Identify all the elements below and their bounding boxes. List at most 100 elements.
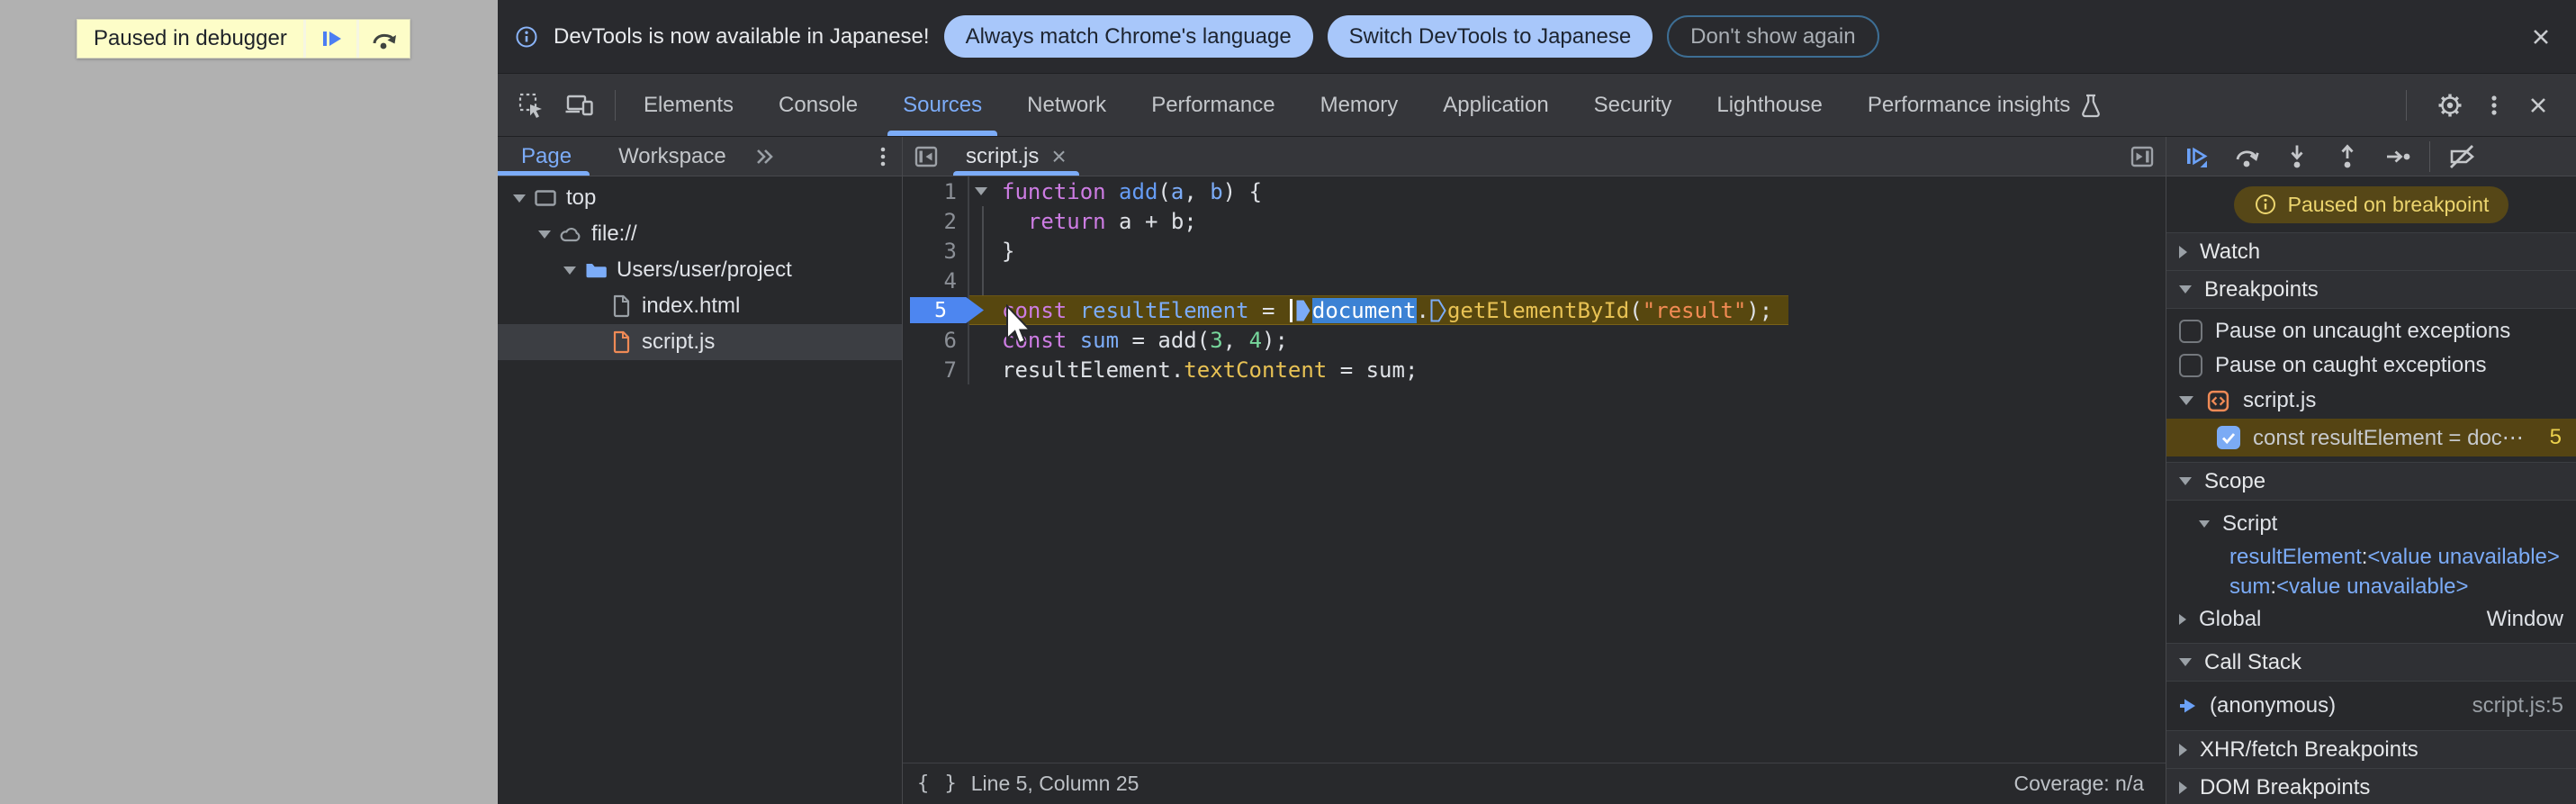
tree-expander-icon[interactable]: [536, 230, 554, 239]
always-match-language-button[interactable]: Always match Chrome's language: [943, 15, 1313, 58]
code-line-content[interactable]: const resultElement = document. getElemen…: [1002, 295, 1789, 325]
cloud-icon: [557, 222, 584, 246]
pause-caught-exceptions-row[interactable]: Pause on caught exceptions: [2166, 348, 2576, 383]
scope-content: Script resultElement: <value unavailable…: [2166, 500, 2576, 643]
inline-breakpoint-marker-inactive[interactable]: [1430, 299, 1446, 322]
code-line-6[interactable]: 6 const sum = add(3, 4);: [903, 325, 2166, 355]
code-editor[interactable]: 1 function add(a, b) {2 return a + b; 3} 4 c…: [903, 176, 2166, 763]
close-tab-icon[interactable]: ×: [1051, 143, 1066, 169]
scope-group-script[interactable]: Script: [2166, 506, 2576, 542]
tab-lighthouse[interactable]: Lighthouse: [1694, 74, 1844, 136]
editor-tab-scriptjs[interactable]: script.js ×: [950, 137, 1083, 176]
tree-item-file[interactable]: file://: [498, 216, 902, 252]
switch-devtools-japanese-button[interactable]: Switch DevTools to Japanese: [1327, 15, 1653, 58]
tree-item-top[interactable]: top: [498, 180, 902, 216]
step-button[interactable]: [2377, 139, 2418, 175]
tab-memory[interactable]: Memory: [1298, 74, 1421, 136]
chevron-down-icon: [2179, 396, 2193, 405]
step-over-button[interactable]: [359, 20, 410, 58]
hide-debugger-sidebar-button[interactable]: [2119, 137, 2166, 176]
resume-script-button[interactable]: [306, 20, 356, 58]
section-watch[interactable]: Watch: [2166, 232, 2576, 270]
breakpoint-file-group[interactable]: script.js: [2166, 383, 2576, 419]
tab-label: Memory: [1320, 92, 1399, 117]
tab-performance[interactable]: Performance: [1129, 74, 1297, 136]
section-breakpoints[interactable]: Breakpoints: [2166, 270, 2576, 308]
fold-toggle-icon[interactable]: [969, 176, 1002, 206]
tab-network[interactable]: Network: [1004, 74, 1129, 136]
settings-button[interactable]: [2436, 91, 2464, 120]
code-line-content[interactable]: return a + b;: [1002, 206, 1197, 236]
tab-elements[interactable]: Elements: [621, 74, 756, 136]
tree-item-users-user-project[interactable]: Users/user/project: [498, 252, 902, 288]
step-out-button[interactable]: [2327, 139, 2368, 175]
close-icon: [2531, 97, 2545, 113]
deactivate-breakpoints-button[interactable]: [2441, 139, 2482, 175]
resume-script-button[interactable]: [2175, 139, 2217, 175]
more-tabs-button[interactable]: [750, 137, 780, 176]
tree-expander-icon[interactable]: [561, 266, 579, 275]
tab-performance-insights[interactable]: Performance insights: [1845, 74, 2125, 136]
scope-variable-row[interactable]: sum: <value unavailable>: [2166, 572, 2576, 601]
section-call-stack[interactable]: Call Stack: [2166, 643, 2576, 681]
breakpoint-code-snippet: const resultElement = doc⋯: [2253, 425, 2524, 450]
section-dom-breakpoints[interactable]: DOM Breakpoints: [2166, 768, 2576, 804]
tab-application[interactable]: Application: [1420, 74, 1571, 136]
code-line-content[interactable]: resultElement. textContent = sum;: [1002, 355, 1418, 384]
tree-item-label: script.js: [642, 330, 716, 354]
line-number[interactable]: 2: [903, 206, 969, 236]
code-line-5[interactable]: const resultElement = document. getElemen…: [903, 295, 2166, 325]
line-number[interactable]: 6: [903, 325, 969, 355]
infobar-close-button[interactable]: [2527, 23, 2554, 50]
scope-group-global[interactable]: Global Window: [2166, 601, 2576, 637]
tree-item-index-html[interactable]: index.html: [498, 288, 902, 324]
more-options-button[interactable]: [2488, 91, 2500, 120]
code-line-4[interactable]: 4: [903, 266, 2166, 295]
line-number[interactable]: 1: [903, 176, 969, 206]
code-line-content[interactable]: const sum = add(3, 4);: [1002, 325, 1288, 355]
line-number[interactable]: 3: [903, 236, 969, 266]
inspect-element-button[interactable]: [510, 85, 552, 126]
code-line-content[interactable]: }: [1002, 236, 1014, 266]
tab-sources[interactable]: Sources: [880, 74, 1004, 136]
line-number[interactable]: 4: [903, 266, 969, 295]
toggle-device-toolbar-button[interactable]: [559, 85, 600, 126]
code-token: "result": [1642, 297, 1747, 323]
tab-console[interactable]: Console: [756, 74, 880, 136]
tab-security[interactable]: Security: [1572, 74, 1695, 136]
code-line-3[interactable]: 3}: [903, 236, 2166, 266]
code-line-1[interactable]: 1 function add(a, b) {: [903, 176, 2166, 206]
section-scope[interactable]: Scope: [2166, 462, 2576, 500]
step-into-button[interactable]: [2276, 139, 2318, 175]
tab-page[interactable]: Page: [498, 137, 595, 176]
checkbox-unchecked[interactable]: [2179, 354, 2202, 377]
code-line-2[interactable]: 2 return a + b;: [903, 206, 2166, 236]
resume-icon: [322, 32, 341, 46]
checkbox-unchecked[interactable]: [2179, 320, 2202, 343]
step-over-button[interactable]: [2226, 139, 2267, 175]
section-scope-label: Scope: [2204, 468, 2266, 493]
pause-uncaught-exceptions-row[interactable]: Pause on uncaught exceptions: [2166, 314, 2576, 348]
hide-navigator-button[interactable]: [903, 137, 950, 176]
pretty-print-icon[interactable]: { }: [917, 772, 959, 795]
paused-on-breakpoint-badge: Paused on breakpoint: [2233, 185, 2509, 223]
checkbox-checked[interactable]: [2217, 426, 2240, 449]
breakpoint-entry[interactable]: const resultElement = doc⋯ 5: [2166, 419, 2576, 456]
tree-item-script-js[interactable]: script.js: [498, 324, 902, 360]
code-line-content[interactable]: function add(a, b) {: [1002, 176, 1262, 206]
line-number[interactable]: 7: [903, 355, 969, 384]
coverage-label: Coverage: n/a: [2013, 772, 2144, 795]
code-line-7[interactable]: 7 resultElement. textContent = sum;: [903, 355, 2166, 384]
debugger-sidebar: Paused on breakpoint Watch Breakpoints P…: [2166, 137, 2576, 804]
scope-variable-row[interactable]: resultElement: <value unavailable>: [2166, 542, 2576, 572]
tab-workspace[interactable]: Workspace: [595, 137, 750, 176]
section-xhr-breakpoints[interactable]: XHR/fetch Breakpoints: [2166, 730, 2576, 768]
navigator-more-options-button[interactable]: [864, 137, 902, 176]
dont-show-again-button[interactable]: Don't show again: [1667, 15, 1879, 58]
inline-breakpoint-marker-active[interactable]: [1295, 299, 1311, 322]
tree-expander-icon[interactable]: [510, 194, 528, 203]
call-stack-frame[interactable]: (anonymous) script.js:5: [2166, 687, 2576, 725]
devtools-close-button[interactable]: [2524, 91, 2553, 120]
